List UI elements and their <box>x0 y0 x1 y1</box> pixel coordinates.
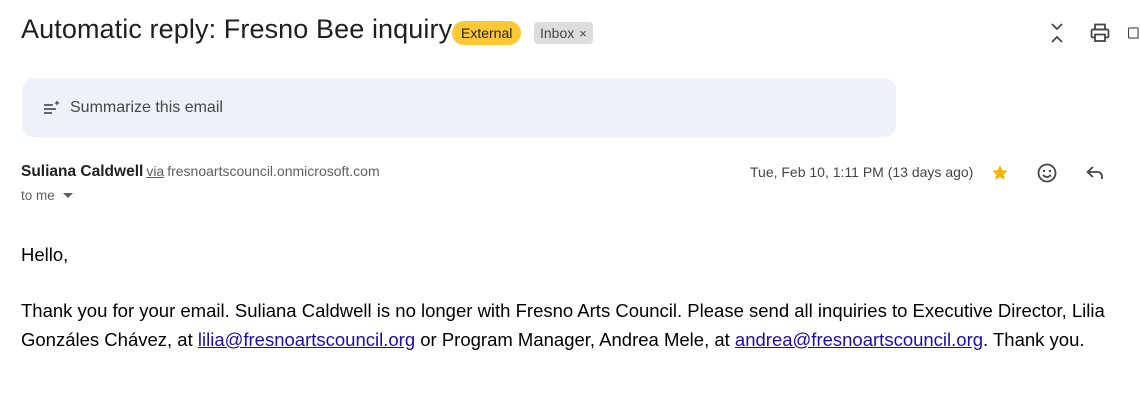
reply-icon[interactable] <box>1081 159 1109 187</box>
sender-via-link[interactable]: via <box>146 163 164 179</box>
summarize-email-button[interactable]: Summarize this email <box>22 78 896 137</box>
external-label-badge: External <box>452 21 522 45</box>
body-line-1: Thank you for your email. Suliana Caldwe… <box>21 300 1105 321</box>
body-text-segment: . Thank you. <box>983 329 1085 350</box>
inbox-label-chip: Inbox × <box>534 22 593 44</box>
body-text-segment: or Program Manager, Andrea Mele, at <box>415 329 735 350</box>
chevron-down-icon <box>62 193 73 198</box>
inbox-label-text: Inbox <box>540 25 575 41</box>
body-text-segment: Gonzáles Chávez, at <box>21 329 198 350</box>
recipient-label: to me <box>21 188 55 203</box>
open-in-new-window-icon[interactable] <box>1126 18 1140 48</box>
body-greeting: Hello, <box>21 244 69 265</box>
email-link-andrea[interactable]: andrea@fresnoartscouncil.org <box>735 329 983 350</box>
summarize-icon <box>42 97 64 119</box>
summarize-label: Summarize this email <box>70 98 223 116</box>
email-subject: Automatic reply: Fresno Bee inquiry <box>21 14 453 44</box>
collapse-icon[interactable] <box>1042 18 1072 48</box>
emoji-reaction-icon[interactable] <box>1033 159 1061 187</box>
sender-line: Suliana Caldwell via fresnoartscouncil.onm… <box>21 163 380 181</box>
remove-label-button[interactable]: × <box>579 26 587 41</box>
email-date: Tue, Feb 10, 1:11 PM (13 days ago) <box>750 164 974 180</box>
print-icon[interactable] <box>1085 18 1115 48</box>
email-link-lilia[interactable]: lilia@fresnoartscouncil.org <box>198 329 415 350</box>
recipient-details-toggle[interactable]: to me <box>21 188 73 203</box>
sender-name[interactable]: Suliana Caldwell <box>21 163 143 180</box>
star-icon[interactable] <box>986 159 1014 187</box>
body-line-2: Gonzáles Chávez, at lilia@fresnoartscoun… <box>21 326 1085 354</box>
sender-domain: fresnoartscouncil.onmicrosoft.com <box>167 163 380 179</box>
